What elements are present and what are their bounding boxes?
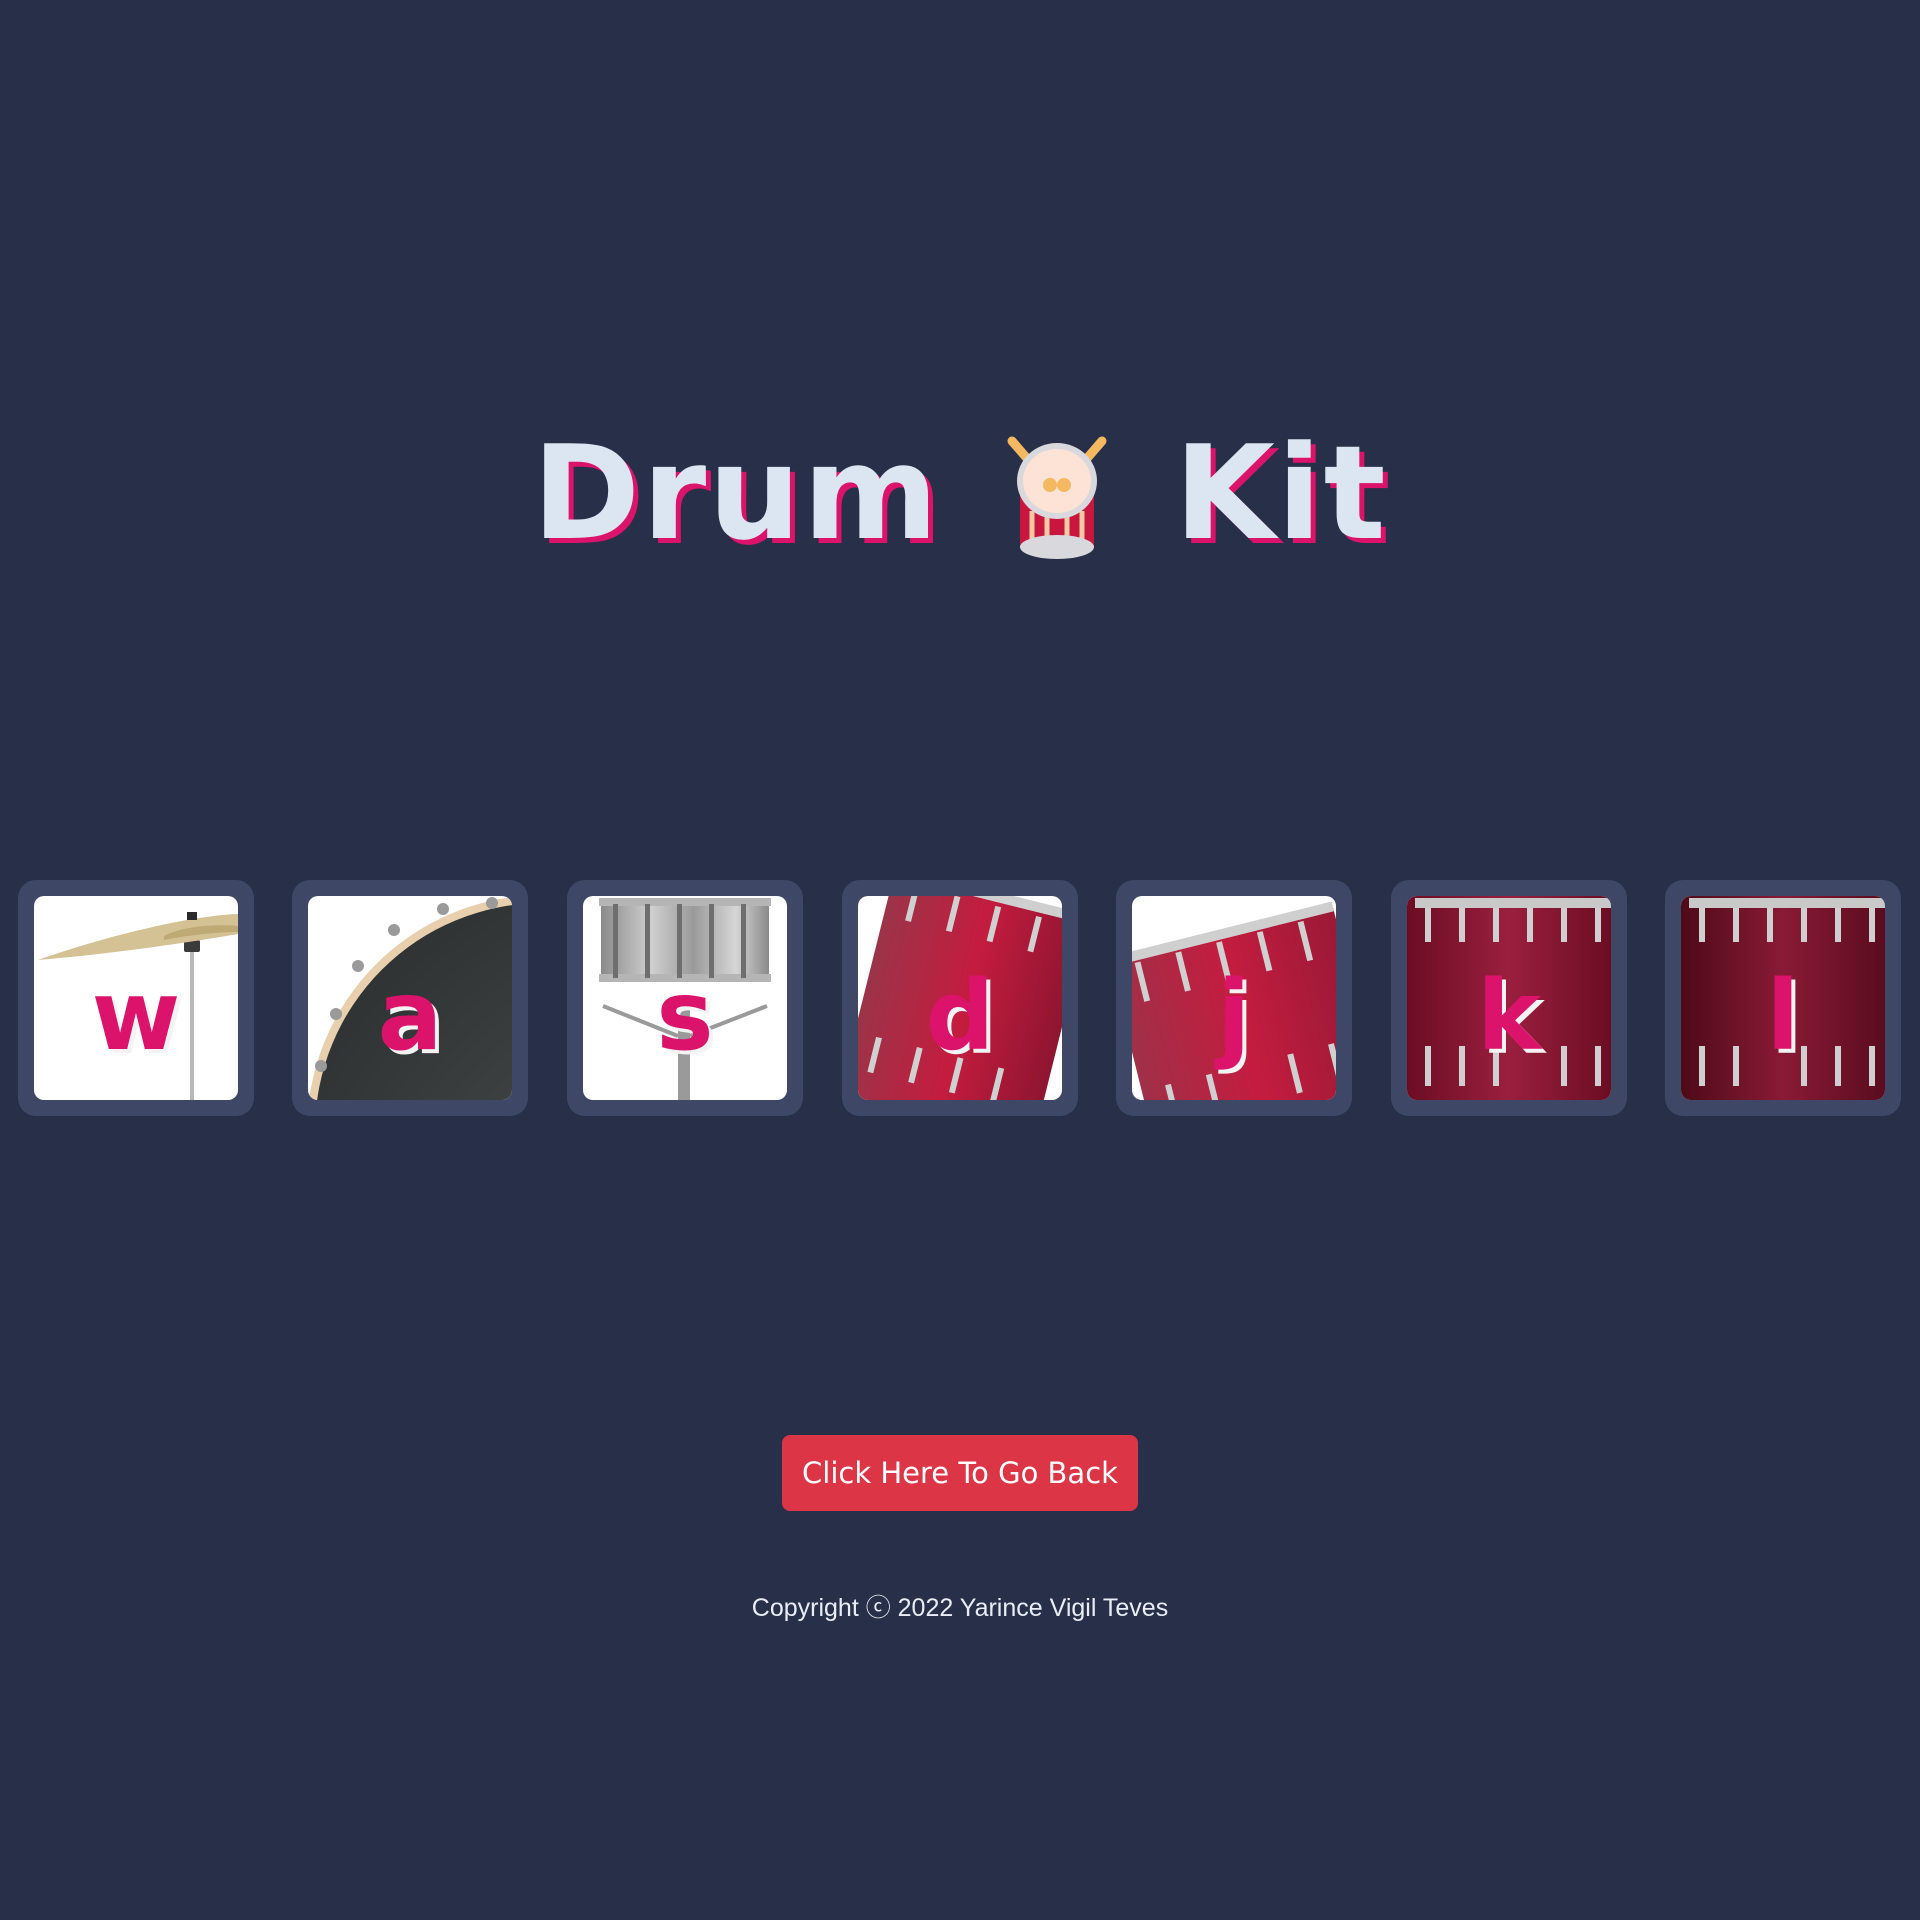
drum-key-k[interactable]: k (1391, 880, 1627, 1116)
drum-key-l[interactable]: l (1665, 880, 1901, 1116)
title-word-kit: Kit (1174, 417, 1388, 569)
key-letter: k (1477, 960, 1541, 1072)
key-letter: l (1766, 960, 1800, 1072)
drum-emoji-icon (992, 433, 1122, 563)
drum-kit-page: Drum Kit w a s d j k l Click Here To Go … (0, 0, 1920, 1920)
key-letter: d (925, 960, 995, 1072)
drum-key-face: l (1681, 896, 1885, 1100)
drum-key-face: d (858, 896, 1062, 1100)
footer-copyright: Copyright ⓒ 2022 Yarince Vigil Teves (751, 1594, 1169, 1622)
drum-key-a[interactable]: a (292, 880, 528, 1116)
drum-key-j[interactable]: j (1116, 880, 1352, 1116)
key-letter: j (1217, 960, 1251, 1072)
drum-key-face: j (1132, 896, 1336, 1100)
key-letter: a (377, 960, 443, 1072)
go-back-button[interactable]: Click Here To Go Back (782, 1435, 1138, 1511)
drum-key-s[interactable]: s (567, 880, 803, 1116)
drum-key-face: a (308, 896, 512, 1100)
drum-key-face: s (583, 896, 787, 1100)
drum-key-row: w a s d j k l (0, 880, 1920, 1116)
title-word-drum: Drum (532, 417, 941, 569)
page-title: Drum Kit (0, 418, 1920, 568)
drum-key-w[interactable]: w (18, 880, 254, 1116)
drum-key-face: k (1407, 896, 1611, 1100)
key-letter: w (91, 960, 181, 1072)
key-letter: s (656, 960, 714, 1072)
drum-key-face: w (34, 896, 238, 1100)
drum-key-d[interactable]: d (842, 880, 1078, 1116)
